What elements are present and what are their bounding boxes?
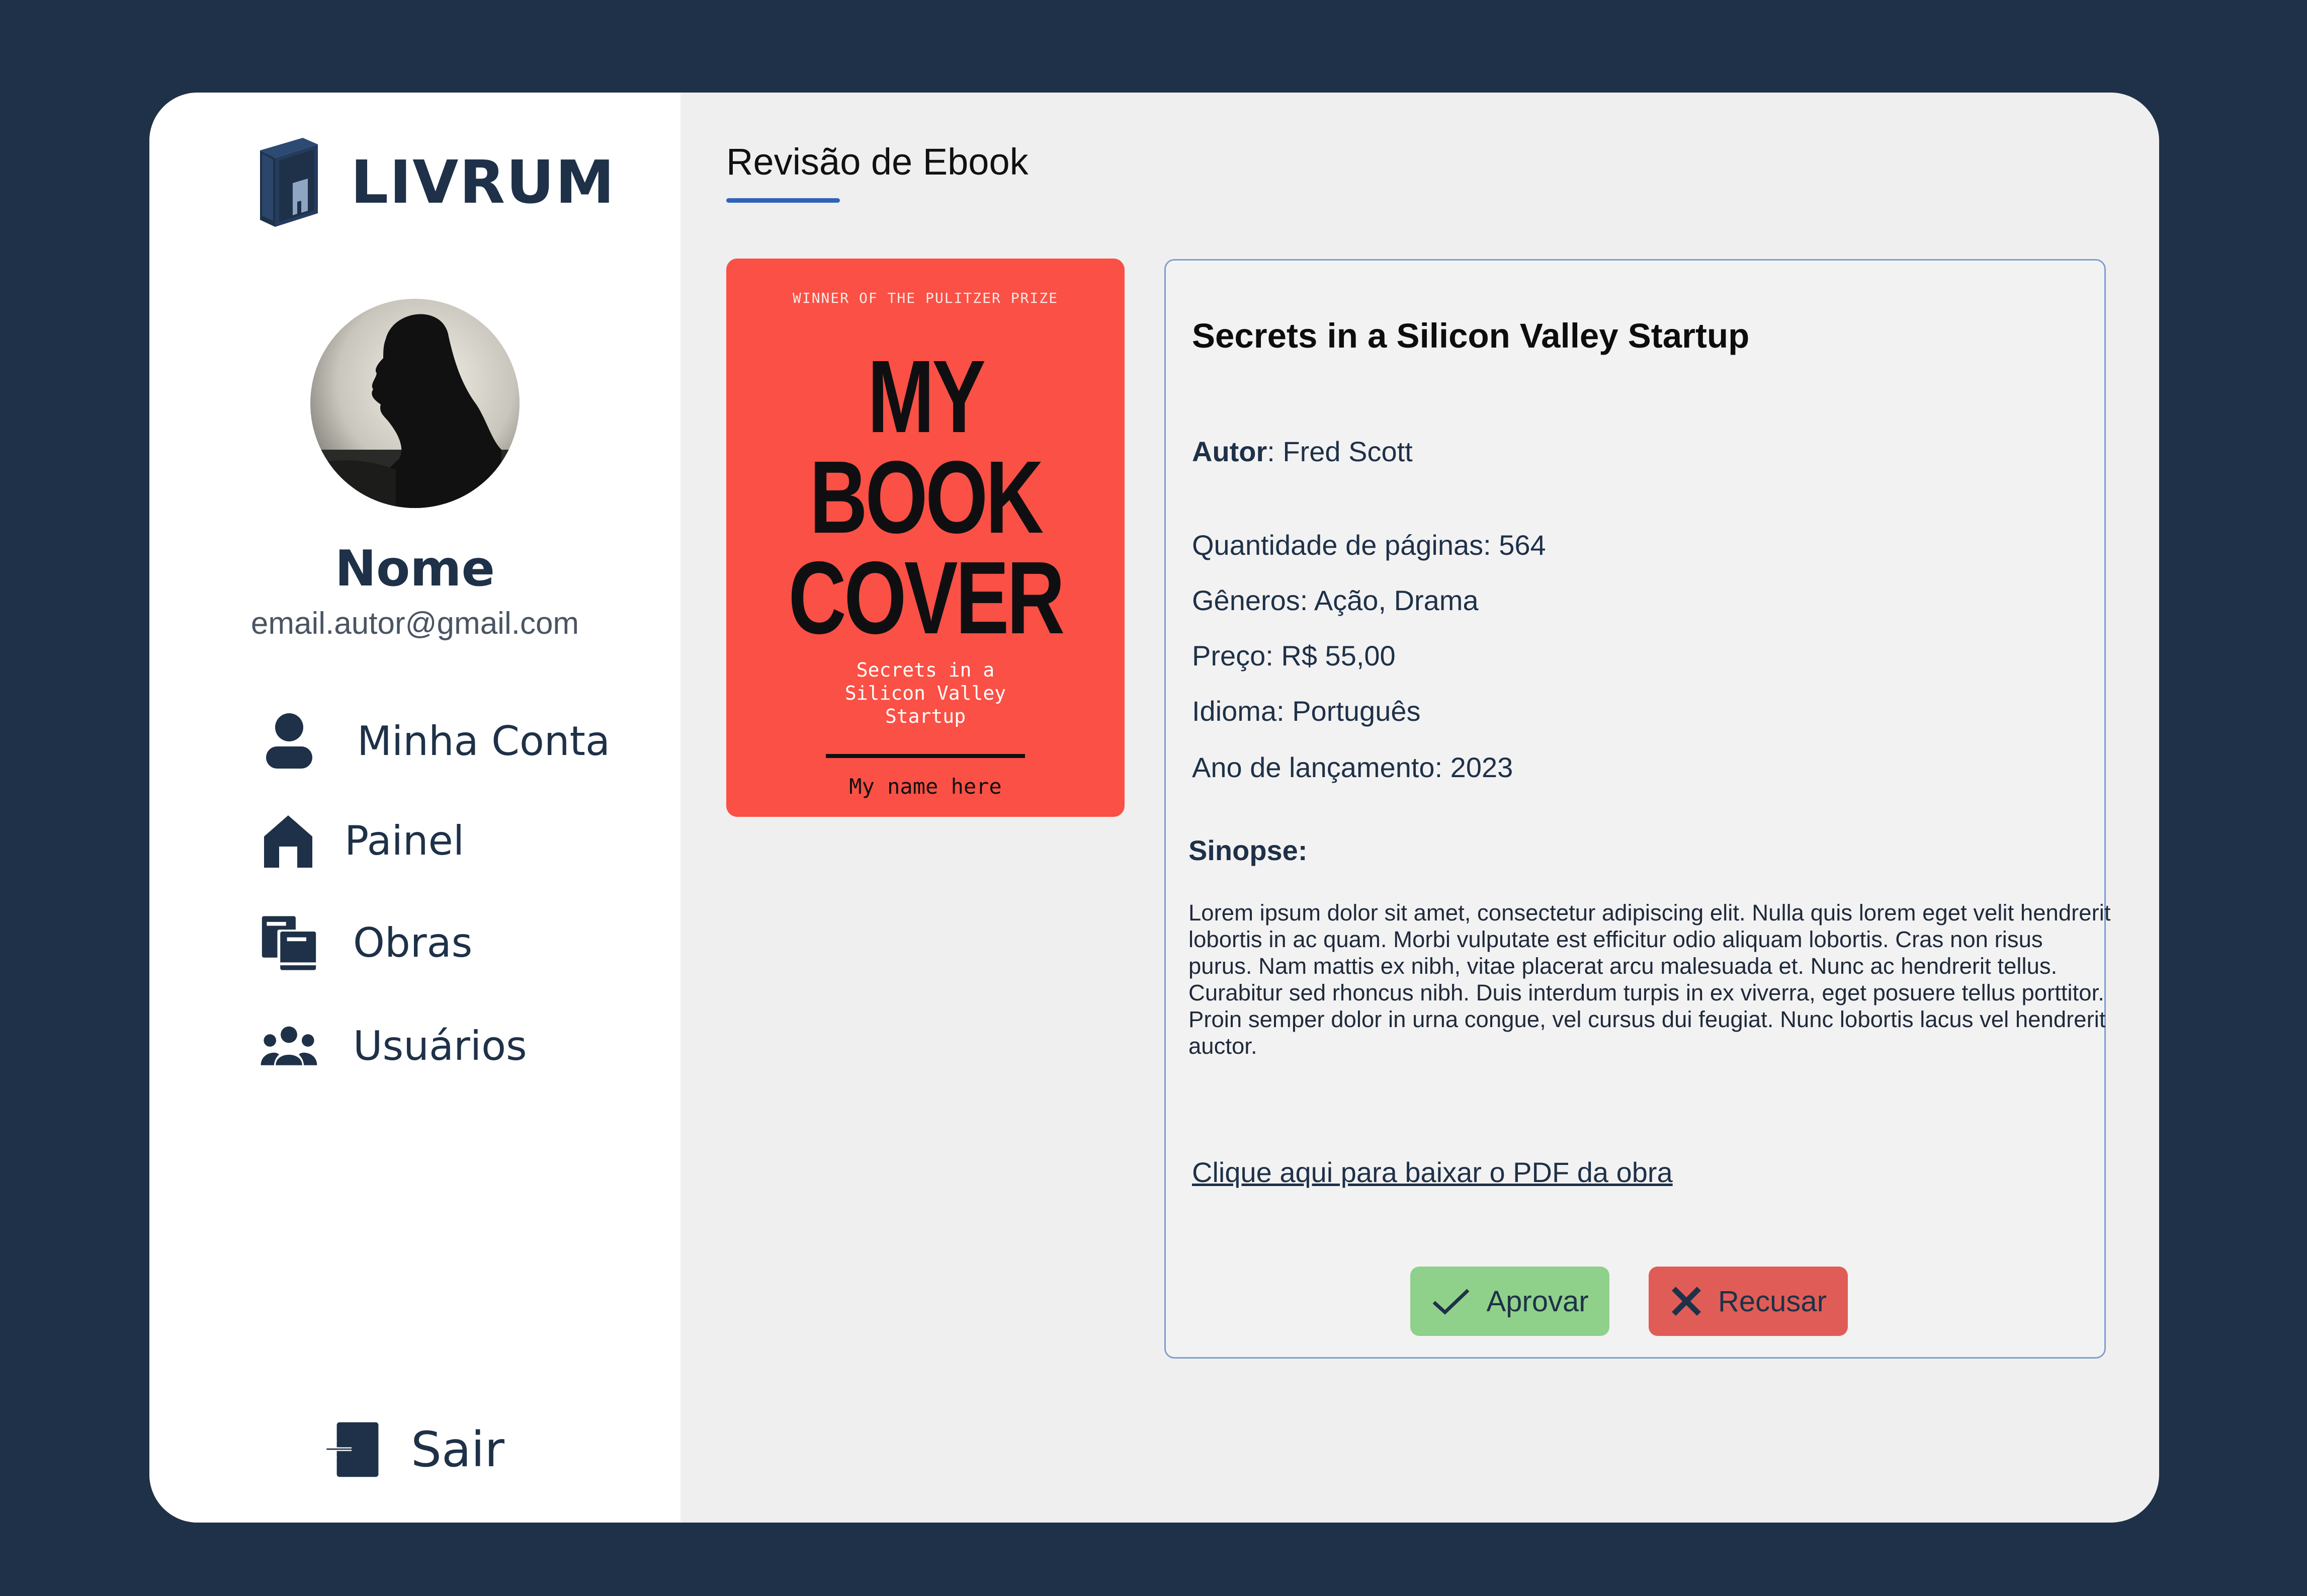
nav-item-works[interactable]: Obras <box>260 914 472 972</box>
cover-divider <box>826 754 1025 758</box>
approve-button[interactable]: Aprovar <box>1410 1267 1609 1336</box>
reject-button[interactable]: Recusar <box>1649 1267 1848 1336</box>
author-label: Autor <box>1192 436 1267 467</box>
nav-item-account[interactable]: Minha Conta <box>260 712 610 770</box>
logout-icon <box>323 1420 381 1478</box>
app-window: LIVRUM Nome email.autor@gmail.com Minha … <box>149 93 2159 1523</box>
cover-subtitle-line1: Secrets in a <box>856 659 995 681</box>
book-price: Preço: R$ 55,00 <box>1192 640 1396 671</box>
cover-prize: WINNER OF THE PULITZER PRIZE <box>792 290 1058 306</box>
approve-label: Aprovar <box>1486 1285 1589 1318</box>
nav-label-users: Usuários <box>353 1023 527 1069</box>
cover-title-line3: COVER <box>788 540 1065 655</box>
avatar[interactable] <box>310 299 520 508</box>
cover-title-line1: MY <box>867 339 986 454</box>
title-underline <box>726 198 840 203</box>
x-icon <box>1672 1287 1701 1316</box>
avatar-image <box>310 299 520 508</box>
reject-label: Recusar <box>1718 1285 1827 1318</box>
book-author: Autor: Fred Scott <box>1192 435 1413 468</box>
nav-label-account: Minha Conta <box>357 718 611 765</box>
check-icon <box>1433 1289 1470 1315</box>
book-details-panel: Secrets in a Silicon Valley Startup Auto… <box>1164 259 2111 1359</box>
book-language: Idioma: Português <box>1192 695 1421 727</box>
book-title: Secrets in a Silicon Valley Startup <box>1192 316 1750 355</box>
book-logo-icon <box>260 138 318 227</box>
profile-name: Nome <box>335 540 495 598</box>
page-title: Revisão de Ebook <box>726 141 1029 183</box>
book-pages: Quantidade de páginas: 564 <box>1192 529 1546 561</box>
synopsis-label: Sinopse: <box>1188 834 1308 866</box>
nav-item-panel[interactable]: Painel <box>259 812 464 870</box>
cover-author: My name here <box>849 774 1002 799</box>
nav-item-users[interactable]: Usuários <box>260 1017 527 1075</box>
brand-logo[interactable]: LIVRUM <box>255 135 616 228</box>
book-release-year: Ano de lançamento: 2023 <box>1192 751 1513 783</box>
home-icon <box>259 812 317 870</box>
cover-title-line2: BOOK <box>809 440 1044 555</box>
brand-name: LIVRUM <box>351 147 616 217</box>
nav-label-works: Obras <box>353 919 473 966</box>
sidebar: LIVRUM Nome email.autor@gmail.com Minha … <box>149 93 680 1523</box>
nav-label-panel: Painel <box>345 817 465 864</box>
nav-label-logout: Sair <box>411 1421 504 1478</box>
download-pdf-link[interactable]: Clique aqui para baixar o PDF da obra <box>1192 1156 1673 1189</box>
profile-email: email.autor@gmail.com <box>250 606 579 641</box>
cover-subtitle-line3: Startup <box>885 705 966 727</box>
books-icon <box>260 914 318 972</box>
cover-subtitle: Secrets in a Silicon Valley Startup <box>726 658 1125 728</box>
users-group-icon <box>260 1017 318 1075</box>
author-value: : Fred Scott <box>1267 436 1413 467</box>
book-genres: Gêneros: Ação, Drama <box>1192 584 1479 616</box>
synopsis-text: Lorem ipsum dolor sit amet, consectetur … <box>1188 900 2111 1059</box>
cover-title: MY BOOK COVER <box>770 339 1081 655</box>
logout-button[interactable]: Sair <box>323 1420 504 1478</box>
book-cover: WINNER OF THE PULITZER PRIZE MY BOOK COV… <box>726 259 1125 817</box>
user-icon <box>260 712 318 770</box>
cover-subtitle-line2: Silicon Valley <box>844 682 1006 704</box>
